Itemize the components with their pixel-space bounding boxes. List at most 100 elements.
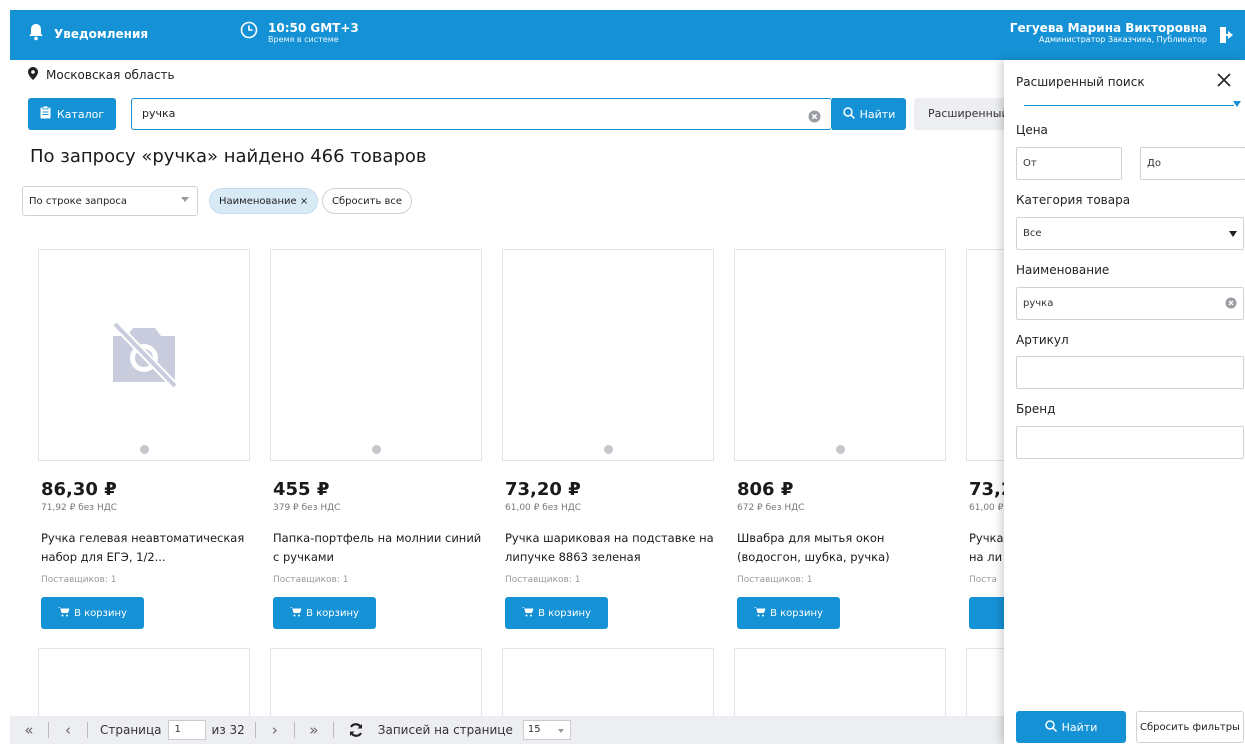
carousel-dot[interactable] — [604, 445, 613, 454]
name-input[interactable]: ручка — [1016, 287, 1244, 320]
price-to-input[interactable]: До — [1140, 147, 1245, 180]
add-to-cart-button[interactable] — [969, 597, 1006, 629]
cart-label: В корзину — [74, 607, 127, 619]
catalog-label: Каталог — [56, 107, 105, 121]
reset-all-button[interactable]: Сбросить все — [322, 188, 413, 214]
time-caption: Время в системе — [268, 35, 339, 44]
first-page-icon[interactable]: « — [10, 721, 48, 739]
clipboard-icon — [40, 105, 51, 122]
cart-label: В корзину — [306, 607, 359, 619]
cart-label: В корзину — [538, 607, 591, 619]
product-price-no-vat: 61,00 ₽ — [969, 503, 1004, 513]
product-title[interactable]: Ручка на ли — [969, 529, 1006, 567]
panel-find-button[interactable]: Найти — [1016, 711, 1126, 743]
last-page-icon[interactable]: » — [295, 721, 333, 739]
name-value: ручка — [1023, 298, 1054, 309]
prev-page-icon[interactable]: ‹ — [49, 721, 87, 739]
location[interactable]: Московская область — [28, 67, 175, 83]
category-label: Категория товара — [1016, 193, 1131, 207]
no-photo-icon — [109, 320, 179, 394]
price-from-input[interactable]: От — [1016, 147, 1122, 180]
advanced-search-button[interactable]: Расширенный — [914, 98, 1014, 130]
per-page-label: Записей на странице — [377, 723, 513, 737]
product-image[interactable] — [966, 249, 1006, 461]
notifications[interactable]: Уведомления — [28, 23, 148, 45]
refresh-icon[interactable] — [348, 722, 364, 738]
category-select[interactable]: Все — [1016, 217, 1244, 250]
carousel-dot[interactable] — [372, 445, 381, 454]
product-card[interactable]: 73,2 61,00 ₽ Ручка на ли Поста — [966, 249, 1006, 649]
carousel-dot[interactable] — [140, 445, 149, 454]
product-card[interactable]: 73,20 ₽ 61,00 ₽ без НДС Ручка шариковая … — [502, 249, 714, 629]
catalog-button[interactable]: Каталог — [28, 98, 116, 130]
product-card[interactable] — [38, 648, 250, 716]
article-label: Артикул — [1016, 333, 1069, 347]
user-info[interactable]: Гегуева Марина Викторовна Администратор … — [1010, 21, 1207, 44]
cart-label: В корзину — [770, 607, 823, 619]
product-card[interactable] — [734, 648, 946, 716]
clear-search-icon[interactable] — [808, 108, 821, 127]
divider — [332, 722, 334, 738]
cart-icon — [290, 606, 302, 620]
panel-find-label: Найти — [1061, 720, 1098, 734]
find-label: Найти — [859, 107, 896, 121]
product-title[interactable]: Папка-портфель на молнии синий с ручками — [273, 529, 483, 567]
location-label: Московская область — [46, 68, 175, 82]
product-price: 86,30 ₽ — [41, 479, 117, 500]
advanced-search-panel: Расширенный поиск Цена От До Категория т… — [1004, 60, 1245, 744]
product-card[interactable]: 806 ₽ 672 ₽ без НДС Швабра для мытья око… — [734, 249, 946, 629]
product-suppliers: Поставщиков: 1 — [41, 575, 117, 585]
divider — [1024, 105, 1234, 106]
search-input[interactable]: ручка — [131, 98, 832, 130]
cart-icon — [58, 606, 70, 620]
product-price-no-vat: 71,92 ₽ без НДС — [41, 503, 118, 513]
product-suppliers: Поставщиков: 1 — [505, 575, 581, 585]
sort-select[interactable]: По строке запроса — [22, 186, 198, 216]
bell-icon — [28, 23, 44, 45]
per-page-value: 15 — [527, 724, 541, 735]
product-card[interactable] — [966, 648, 1006, 716]
next-page-icon[interactable]: › — [256, 721, 294, 739]
logout-icon[interactable] — [1219, 26, 1235, 48]
clear-name-icon[interactable] — [1225, 297, 1237, 312]
search-query: ручка — [142, 107, 176, 120]
product-title[interactable]: Швабра для мытья окон (водосгон, шубка, … — [737, 529, 947, 567]
page-input[interactable]: 1 — [167, 720, 206, 740]
caret-down-icon[interactable] — [1233, 101, 1241, 107]
product-card[interactable]: 86,30 ₽ 71,92 ₽ без НДС Ручка гелевая не… — [38, 249, 250, 629]
page-count: из 32 — [211, 723, 245, 737]
product-image[interactable] — [270, 249, 482, 461]
product-title[interactable]: Ручка шариковая на подставке на липучке … — [505, 529, 715, 567]
per-page-select[interactable]: 15 — [522, 720, 571, 740]
user-name: Гегуева Марина Викторовна — [1009, 21, 1207, 35]
add-to-cart-button[interactable]: В корзину — [737, 597, 840, 629]
search-icon — [842, 106, 855, 122]
user-role: Администратор Заказчика, Публикатор — [1038, 35, 1207, 44]
product-price: 73,2 — [969, 479, 1006, 500]
product-card[interactable] — [270, 648, 482, 716]
article-input[interactable] — [1016, 356, 1244, 389]
brand-input[interactable] — [1016, 426, 1244, 459]
reset-filters-button[interactable]: Сбросить фильтры — [1136, 711, 1244, 743]
product-image[interactable] — [734, 249, 946, 461]
add-to-cart-button[interactable]: В корзину — [273, 597, 376, 629]
product-price-no-vat: 61,00 ₽ без НДС — [505, 503, 582, 513]
close-icon[interactable] — [1217, 72, 1231, 91]
product-card[interactable]: 455 ₽ 379 ₽ без НДС Папка-портфель на мо… — [270, 249, 482, 629]
sort-value: По строке запроса — [29, 196, 128, 207]
product-card[interactable] — [502, 648, 714, 716]
search-find-button[interactable]: Найти — [832, 98, 906, 130]
page-label: Страница — [100, 723, 162, 737]
pagination: « ‹ Страница 1 из 32 › » Записей на стра… — [10, 716, 1010, 744]
carousel-dot[interactable] — [836, 445, 845, 454]
brand-label: Бренд — [1016, 402, 1056, 416]
add-to-cart-button[interactable]: В корзину — [505, 597, 608, 629]
product-image[interactable] — [38, 249, 250, 461]
filter-chip-name[interactable]: Наименование × — [209, 188, 319, 214]
product-title[interactable]: Ручка гелевая неавтоматическая набор для… — [41, 529, 251, 567]
product-price: 73,20 ₽ — [505, 479, 581, 500]
add-to-cart-button[interactable]: В корзину — [41, 597, 144, 629]
chevron-down-icon — [1229, 231, 1237, 237]
product-price: 455 ₽ — [273, 479, 330, 500]
product-image[interactable] — [502, 249, 714, 461]
